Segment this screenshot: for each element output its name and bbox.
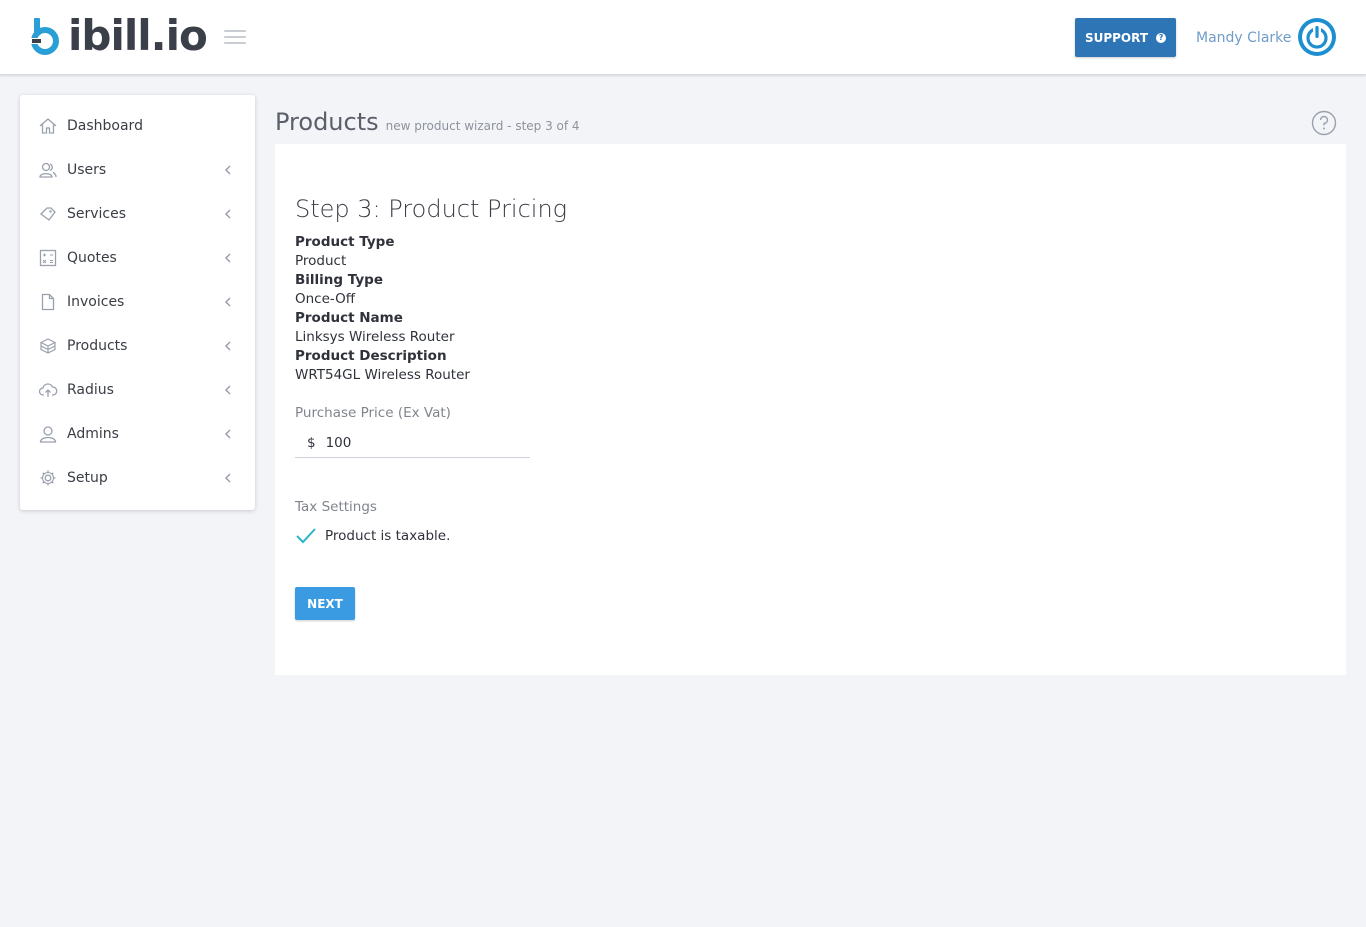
purchase-price-label: Purchase Price (Ex Vat) [295,405,451,421]
logo-mark-icon [31,18,59,55]
product-description-label: Product Description [295,348,447,364]
billing-type-value: Once-Off [295,291,356,307]
sidebar-item-admins[interactable]: Admins [20,412,255,456]
product-description-value: WRT54GL Wireless Router [295,367,470,383]
users-icon [38,160,58,180]
page-title: Products new product wizard - step 3 of … [275,108,580,136]
calculator-icon [38,248,58,268]
purchase-price-input[interactable] [325,435,506,451]
taxable-label: Product is taxable. [325,528,451,544]
currency-symbol: $ [307,435,316,451]
sidebar-item-dashboard[interactable]: Dashboard [20,104,255,148]
step-title: Step 3: Product Pricing [295,195,568,223]
power-icon[interactable] [1297,17,1337,57]
sidebar-item-label: Services [67,206,127,222]
cloud-upload-icon [38,380,58,400]
sidebar-item-products[interactable]: Products [20,324,255,368]
sidebar: Dashboard Users Services Quotes Invoices… [20,95,255,510]
sidebar-item-label: Users [67,162,107,178]
chevron-left-icon [224,473,231,483]
logo-text: ibill.io [68,11,208,60]
sidebar-item-label: Products [67,338,128,354]
top-header: ibill.io SUPPORT ? Mandy Clarke [0,0,1366,75]
help-circle-icon[interactable] [1311,110,1337,136]
page-title-text: Products [275,108,379,136]
box-icon [38,336,58,356]
gear-icon [38,468,58,488]
product-name-label: Product Name [295,310,403,326]
sidebar-item-services[interactable]: Services [20,192,255,236]
chevron-left-icon [224,165,231,175]
checkmark-icon[interactable] [295,527,317,545]
product-type-label: Product Type [295,234,395,250]
logo[interactable]: ibill.io [28,11,208,60]
chevron-left-icon [224,209,231,219]
question-circle-icon: ? [1156,32,1167,43]
purchase-price-field: $ [295,429,530,458]
page-subtitle: new product wizard - step 3 of 4 [385,119,580,133]
wizard-card: Step 3: Product Pricing Product Type Pro… [275,144,1346,675]
support-button[interactable]: SUPPORT ? [1075,18,1176,57]
product-summary: Product Type Product Billing Type Once-O… [295,233,470,385]
chevron-left-icon [224,341,231,351]
product-name-value: Linksys Wireless Router [295,329,455,345]
sidebar-item-label: Setup [67,470,108,486]
chevron-left-icon [224,385,231,395]
sidebar-item-radius[interactable]: Radius [20,368,255,412]
home-icon [38,116,58,136]
sidebar-item-users[interactable]: Users [20,148,255,192]
sidebar-item-quotes[interactable]: Quotes [20,236,255,280]
admin-icon [38,424,58,444]
document-icon [38,292,58,312]
chevron-left-icon [224,253,231,263]
sidebar-item-label: Radius [67,382,114,398]
sidebar-item-label: Admins [67,426,119,442]
product-type-value: Product [295,253,347,269]
sidebar-item-invoices[interactable]: Invoices [20,280,255,324]
sidebar-item-label: Quotes [67,250,117,266]
sidebar-item-label: Dashboard [67,118,143,134]
chevron-left-icon [224,297,231,307]
sidebar-item-setup[interactable]: Setup [20,456,255,500]
billing-type-label: Billing Type [295,272,384,288]
sidebar-item-label: Invoices [67,294,125,310]
support-button-label: SUPPORT [1084,30,1149,45]
user-name-link[interactable]: Mandy Clarke [1196,30,1291,46]
chevron-left-icon [224,429,231,439]
next-button[interactable]: NEXT [295,587,355,620]
tax-settings-label: Tax Settings [295,499,377,515]
menu-toggle-icon[interactable] [224,30,246,44]
taxable-checkbox[interactable]: Product is taxable. [295,527,450,545]
services-icon [38,204,58,224]
